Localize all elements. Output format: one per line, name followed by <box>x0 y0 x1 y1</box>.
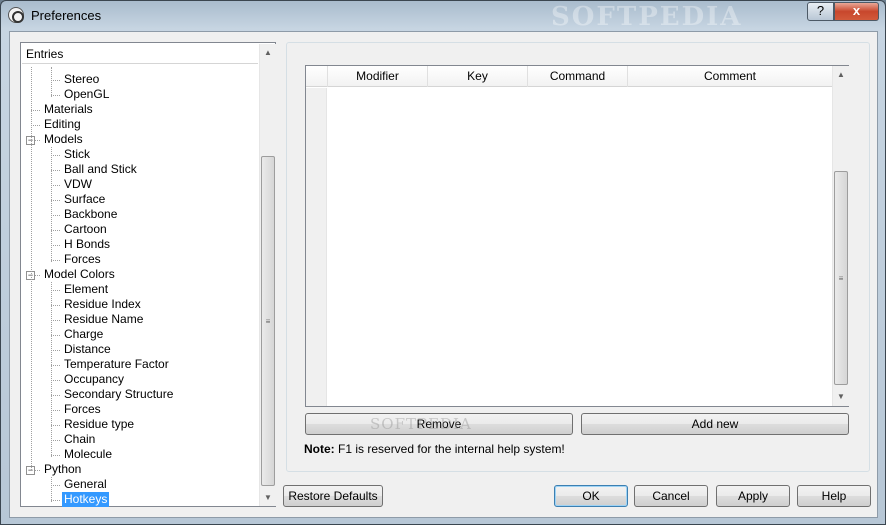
remove-button[interactable]: Remove <box>305 413 573 435</box>
table-scrollbar[interactable]: ▲ ≡ ▼ <box>832 66 849 406</box>
tree-item[interactable]: Stick <box>62 147 92 162</box>
tree-connector <box>31 125 40 126</box>
entries-tree[interactable]: Entries Stereo OpenGL Materials Editing − Mod… <box>20 42 276 507</box>
table-scroll-thumb[interactable]: ≡ <box>834 171 848 385</box>
app-icon <box>8 7 24 23</box>
tree-connector <box>51 320 60 321</box>
tree-connector <box>51 485 60 486</box>
preferences-window: Preferences SOFTPEDIA ? x Entries Stereo… <box>0 0 886 525</box>
tree-guide-line <box>31 67 32 470</box>
tree-connector <box>51 425 60 426</box>
close-icon[interactable]: x <box>834 2 879 21</box>
row-header-gutter <box>306 88 327 406</box>
table-header: Modifier Key Command Comment <box>306 66 832 87</box>
tree-guide-line <box>51 477 52 502</box>
tree-guide-line <box>51 67 52 97</box>
column-header-gutter <box>306 66 328 87</box>
add-new-button[interactable]: Add new <box>581 413 849 435</box>
tree-item[interactable]: Residue Name <box>62 312 145 327</box>
apply-button[interactable]: Apply <box>716 485 790 507</box>
column-header-comment[interactable]: Comment <box>628 66 832 87</box>
tree-item[interactable]: Element <box>62 282 110 297</box>
cancel-button[interactable]: Cancel <box>634 485 708 507</box>
tree-item[interactable]: Residue type <box>62 417 136 432</box>
tree-connector <box>51 95 60 96</box>
tree-item[interactable]: Charge <box>62 327 105 342</box>
tree-connector <box>51 335 60 336</box>
tree-connector <box>51 290 60 291</box>
help-button[interactable]: Help <box>797 485 871 507</box>
tree-item[interactable]: Residue Index <box>62 297 143 312</box>
tree-connector <box>51 215 60 216</box>
ok-button[interactable]: OK <box>554 485 628 507</box>
tree-connector <box>51 245 60 246</box>
tree-item[interactable]: Model Colors <box>42 267 117 282</box>
column-header-key[interactable]: Key <box>428 66 528 87</box>
tree-guide-line <box>51 147 52 262</box>
tree-item[interactable]: OpenGL <box>62 87 111 102</box>
tree-item[interactable]: Occupancy <box>62 372 126 387</box>
restore-defaults-button[interactable]: Restore Defaults <box>283 485 383 507</box>
tree-header: Entries <box>22 44 258 64</box>
tree-item[interactable]: Temperature Factor <box>62 357 171 372</box>
tree-item[interactable]: Materials <box>42 102 95 117</box>
grip-icon: ≡ <box>838 274 844 283</box>
tree-scroll-thumb[interactable]: ≡ <box>261 156 275 486</box>
tree-connector <box>51 200 60 201</box>
tree-item[interactable]: Forces <box>62 252 103 267</box>
tree-item[interactable]: VDW <box>62 177 94 192</box>
tree-item[interactable]: Editing <box>42 117 83 132</box>
tree-item[interactable]: Backbone <box>62 207 119 222</box>
column-header-command[interactable]: Command <box>528 66 628 87</box>
tree-item[interactable]: H Bonds <box>62 237 112 252</box>
tree-item[interactable]: Molecule <box>62 447 114 462</box>
tree-item[interactable]: Hotkeys <box>62 492 110 507</box>
watermark-logo: SOFTPEDIA <box>551 2 743 32</box>
tree-connector <box>51 80 60 81</box>
tree-item[interactable]: Secondary Structure <box>62 387 175 402</box>
tree-scrollbar[interactable]: ▲ ≡ ▼ <box>259 44 276 506</box>
table-scroll-down-icon[interactable]: ▼ <box>833 388 849 405</box>
tree-item[interactable]: Models <box>42 132 85 147</box>
tree-item[interactable]: Chain <box>62 432 97 447</box>
tree-scroll-up-icon[interactable]: ▲ <box>260 44 276 61</box>
tree-body: Stereo OpenGL Materials Editing − Models Stick… <box>22 67 258 507</box>
tree-item[interactable]: Cartoon <box>62 222 109 237</box>
tree-guide-line <box>51 282 52 457</box>
tree-scroll-down-icon[interactable]: ▼ <box>260 489 276 506</box>
help-note: Note: F1 is reserved for the internal he… <box>304 442 565 456</box>
tree-connector <box>51 440 60 441</box>
table-scroll-up-icon[interactable]: ▲ <box>833 66 849 83</box>
tree-connector <box>51 395 60 396</box>
hotkeys-table[interactable]: Modifier Key Command Comment ▲ ≡ ▼ <box>305 65 849 407</box>
tree-item[interactable]: Surface <box>62 192 107 207</box>
column-header-modifier[interactable]: Modifier <box>328 66 428 87</box>
note-label: Note: <box>304 442 335 456</box>
title-bar[interactable]: Preferences SOFTPEDIA ? x <box>1 1 885 32</box>
dialog-client-area: Entries Stereo OpenGL Materials Editing − Mod… <box>9 31 878 518</box>
tree-connector <box>51 455 60 456</box>
tree-item[interactable]: Stereo <box>62 72 101 87</box>
tree-connector <box>51 365 60 366</box>
tree-connector <box>51 380 60 381</box>
tree-item[interactable]: Distance <box>62 342 113 357</box>
tree-item[interactable]: Ball and Stick <box>62 162 139 177</box>
tree-connector <box>51 410 60 411</box>
tree-connector <box>51 500 60 501</box>
help-title-button[interactable]: ? <box>807 2 834 21</box>
tree-connector <box>51 350 60 351</box>
tree-connector <box>51 305 60 306</box>
note-text: F1 is reserved for the internal help sys… <box>334 442 565 456</box>
tree-connector <box>51 260 60 261</box>
tree-connector <box>51 170 60 171</box>
window-title: Preferences <box>31 8 102 23</box>
tree-connector <box>31 110 40 111</box>
grip-icon: ≡ <box>265 317 271 326</box>
tree-item[interactable]: Python <box>42 462 83 477</box>
tree-connector <box>51 185 60 186</box>
tree-connector <box>51 155 60 156</box>
tree-item[interactable]: General <box>62 477 109 492</box>
tree-item[interactable]: Forces <box>62 402 103 417</box>
tree-connector <box>51 230 60 231</box>
